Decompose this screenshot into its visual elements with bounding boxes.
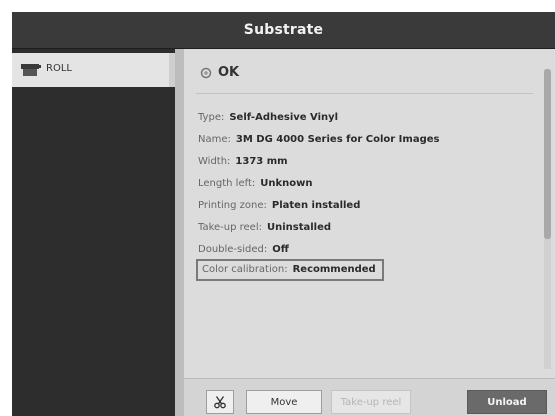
info-type: Type: Self-Adhesive Vinyl bbox=[198, 112, 338, 123]
info-label: Printing zone: bbox=[198, 200, 267, 211]
info-label: Length left: bbox=[198, 178, 256, 189]
unload-button[interactable]: Unload bbox=[467, 390, 547, 414]
info-name: Name: 3M DG 4000 Series for Color Images bbox=[198, 134, 439, 145]
sidebar: ROLL bbox=[12, 49, 175, 416]
action-toolbar: Move Take-up reel Unload bbox=[184, 378, 555, 416]
substrate-details-panel: OK Type: Self-Adhesive Vinyl Name: 3M DG 4… bbox=[184, 49, 555, 416]
info-printing-zone: Printing zone: Platen installed bbox=[198, 200, 360, 211]
sidebar-item-roll[interactable]: ROLL bbox=[12, 53, 175, 87]
info-value: 3M DG 4000 Series for Color Images bbox=[235, 134, 440, 145]
info-label: Name: bbox=[198, 134, 231, 145]
sidebar-item-label: ROLL bbox=[46, 63, 72, 74]
substrate-screen: Substrate ROLL OK Type: Self-Adhesive Vin… bbox=[12, 12, 555, 416]
info-take-up-reel: Take-up reel: Uninstalled bbox=[198, 222, 331, 233]
info-label: Color calibration: bbox=[202, 264, 288, 275]
info-label: Width: bbox=[198, 156, 231, 167]
info-length-left: Length left: Unknown bbox=[198, 178, 313, 189]
info-label: Take-up reel: bbox=[198, 222, 262, 233]
cut-button[interactable] bbox=[206, 390, 234, 414]
info-label: Type: bbox=[198, 112, 225, 123]
page-title: Substrate bbox=[12, 12, 555, 49]
scrollbar-thumb[interactable] bbox=[544, 69, 551, 239]
info-double-sided: Double-sided: Off bbox=[198, 244, 289, 255]
info-color-calibration: Color calibration: Recommended bbox=[202, 264, 376, 275]
info-value: Unknown bbox=[260, 178, 313, 189]
info-value: Platen installed bbox=[271, 200, 361, 211]
roll-icon bbox=[21, 64, 41, 76]
status-text: OK bbox=[218, 65, 240, 80]
take-up-reel-button[interactable]: Take-up reel bbox=[331, 390, 411, 414]
info-value: Self-Adhesive Vinyl bbox=[229, 112, 339, 123]
separator bbox=[196, 93, 533, 94]
info-label: Double-sided: bbox=[198, 244, 268, 255]
info-value: Uninstalled bbox=[266, 222, 332, 233]
panel-divider bbox=[175, 49, 184, 416]
info-value: Off bbox=[272, 244, 289, 255]
info-width: Width: 1373 mm bbox=[198, 156, 288, 167]
ok-icon bbox=[200, 67, 212, 78]
info-value: Recommended bbox=[292, 264, 376, 275]
scissors-icon bbox=[214, 396, 226, 409]
info-value: 1373 mm bbox=[235, 156, 288, 167]
status: OK bbox=[200, 65, 239, 80]
move-button[interactable]: Move bbox=[246, 390, 322, 414]
